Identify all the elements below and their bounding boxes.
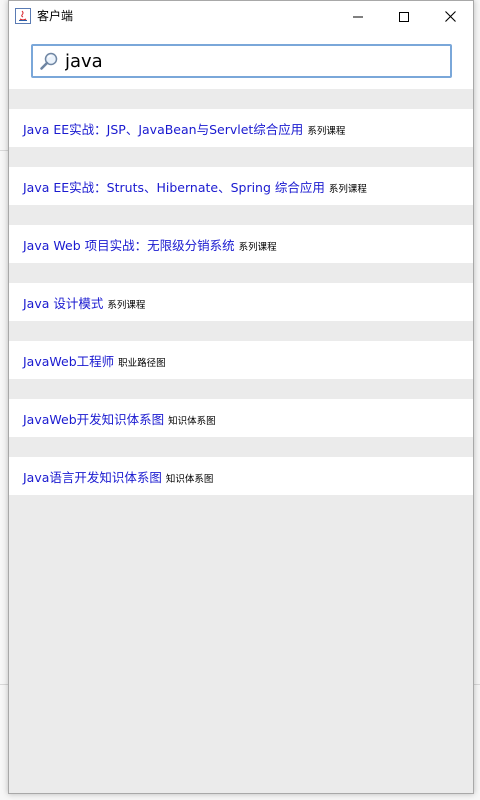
result-item[interactable]: Java语言开发知识体系图 知识体系图 (9, 457, 473, 495)
client-window: 客户端 java Java EE实战：JSP、JavaBean与Servlet综… (8, 0, 474, 794)
title-bar[interactable]: 客户端 (9, 1, 473, 32)
result-tag: 系列课程 (238, 241, 277, 253)
result-tag: 知识体系图 (168, 415, 216, 427)
window-title: 客户端 (37, 9, 74, 23)
result-title[interactable]: Java EE实战：Struts、Hibernate、Spring 综合应用 (23, 180, 325, 195)
search-box[interactable] (31, 44, 452, 78)
search-area (9, 32, 473, 89)
result-title[interactable]: Java语言开发知识体系图 (23, 470, 162, 485)
result-tag: 知识体系图 (165, 473, 214, 485)
result-item[interactable]: Java EE实战：Struts、Hibernate、Spring 综合应用 系列… (9, 167, 473, 205)
close-button[interactable] (427, 1, 473, 32)
magnifier-icon (39, 51, 59, 71)
search-input[interactable] (65, 49, 435, 73)
result-tag: 系列课程 (107, 299, 146, 311)
maximize-button[interactable] (381, 1, 427, 32)
close-icon (444, 7, 456, 26)
result-item[interactable]: JavaWeb工程师 职业路径图 (9, 341, 473, 379)
result-title[interactable]: JavaWeb工程师 (23, 354, 114, 369)
java-app-icon (15, 8, 31, 24)
result-item[interactable]: JavaWeb开发知识体系图 知识体系图 (9, 399, 473, 437)
result-tag: 职业路径图 (118, 357, 166, 369)
result-item[interactable]: Java EE实战：JSP、JavaBean与Servlet综合应用 系列课程 (9, 109, 473, 147)
result-title[interactable]: Java 设计模式 (23, 296, 103, 311)
minimize-icon (353, 7, 363, 26)
result-item[interactable]: Java Web 项目实战：无限级分销系统 系列课程 (9, 225, 473, 263)
result-title[interactable]: Java Web 项目实战：无限级分销系统 (23, 238, 235, 253)
minimize-button[interactable] (335, 1, 381, 32)
result-title[interactable]: Java EE实战：JSP、JavaBean与Servlet综合应用 (23, 122, 303, 137)
result-tag: 系列课程 (328, 183, 367, 195)
maximize-icon (399, 7, 409, 26)
result-title[interactable]: JavaWeb开发知识体系图 (23, 412, 164, 427)
result-item[interactable]: Java 设计模式 系列课程 (9, 283, 473, 321)
result-tag: 系列课程 (307, 125, 346, 137)
